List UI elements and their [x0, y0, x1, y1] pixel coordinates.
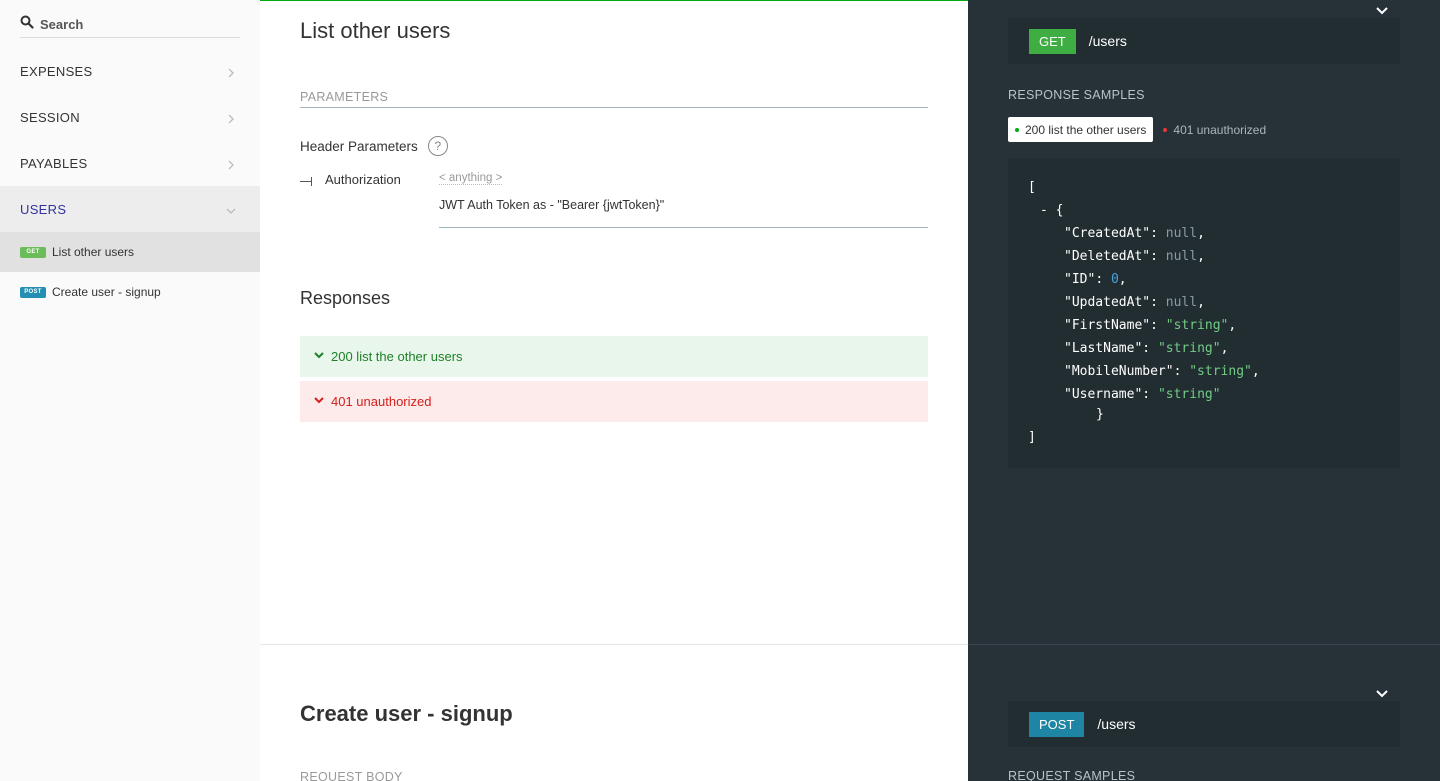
code-key: "LastName" — [1064, 341, 1143, 356]
section-title-create-user: Create user - signup — [300, 701, 513, 726]
code-key: "ID" — [1064, 272, 1096, 287]
code-open-bracket: [ — [1028, 180, 1036, 195]
search-icon — [20, 15, 34, 34]
code-field-line: "DeletedAt": null, — [1064, 249, 1205, 264]
response-samples-heading: RESPONSE SAMPLES — [1008, 88, 1145, 102]
response-label: 401 unauthorized — [331, 394, 432, 409]
sidebar-item-expenses[interactable]: EXPENSES — [0, 48, 260, 94]
code-field-line: "UpdatedAt": null, — [1064, 295, 1205, 310]
tab-401[interactable]: 401 unauthorized — [1156, 117, 1273, 142]
response-200[interactable]: 200 list the other users — [300, 336, 928, 377]
sidebar-item-payables[interactable]: PAYABLES — [0, 140, 260, 186]
code-value: 0 — [1110, 272, 1119, 287]
request-samples-heading: REQUEST SAMPLES — [1008, 769, 1136, 781]
sidebar-item-session[interactable]: SESSION — [0, 94, 260, 140]
code-value: "string" — [1189, 364, 1252, 379]
param-name: Authorization — [325, 172, 401, 187]
code-key: "Username" — [1064, 387, 1143, 402]
endpoint-path: /users — [1088, 33, 1127, 49]
sidebar: EXPENSES SESSION PAYABLES USERS GET List… — [0, 0, 260, 781]
status-dot — [1163, 127, 1168, 132]
response-401[interactable]: 401 unauthorized — [300, 381, 928, 422]
response-sample-tabs: 200 list the other users 401 unauthorize… — [1008, 117, 1273, 142]
code-value: null — [1165, 226, 1198, 241]
code-close-bracket: ] — [1028, 430, 1036, 445]
code-field-line: "FirstName": "string", — [1064, 318, 1237, 333]
code-value: null — [1165, 295, 1198, 310]
get-badge: GET — [20, 246, 46, 258]
http-method-badge: GET — [1029, 28, 1076, 54]
code-key: "MobileNumber" — [1064, 364, 1174, 379]
post-badge: POST — [20, 286, 46, 298]
code-sample: [ - { "CreatedAt": null, "DeletedAt": nul… — [1008, 158, 1400, 468]
code-field-line: "CreatedAt": null, — [1064, 226, 1205, 241]
status-dot — [1015, 127, 1019, 132]
header-parameters-heading: Header Parameters ? — [300, 136, 448, 156]
tab-200[interactable]: 200 list the other users — [1008, 117, 1154, 142]
endpoint-post-users[interactable]: POST /users — [1008, 690, 1400, 747]
sidebar-item-label: PAYABLES — [20, 155, 88, 171]
responses-heading: Responses — [300, 288, 391, 308]
request-body-heading: REQUEST BODY — [300, 770, 403, 781]
search-box[interactable] — [20, 12, 240, 38]
param-row-authorization: Authorization < anything > JWT Auth Toke… — [300, 172, 928, 228]
http-method-badge: POST — [1029, 711, 1085, 737]
sidebar-item-label: SESSION — [20, 109, 80, 125]
code-key: "CreatedAt" — [1064, 226, 1151, 241]
chevron-down-icon — [312, 393, 331, 410]
chevron-right-icon — [226, 66, 236, 78]
parameters-heading: PARAMETERS — [300, 90, 928, 108]
sidebar-item-users[interactable]: USERS — [0, 186, 260, 232]
code-field-line: "Username": "string" — [1064, 387, 1221, 402]
sidebar-item-label: EXPENSES — [20, 63, 93, 79]
right-panel: GET /users RESPONSE SAMPLES 200 list the… — [968, 0, 1440, 781]
header-parameters-label: Header Parameters — [300, 138, 418, 154]
code-close-brace: } — [1096, 407, 1104, 422]
endpoint-path: /users — [1097, 716, 1136, 732]
code-field-line: "ID": 0, — [1064, 272, 1127, 287]
chevron-down-icon — [312, 348, 331, 365]
tree-connector — [300, 177, 312, 186]
page-title: List other users — [300, 18, 451, 43]
code-value: null — [1165, 249, 1198, 264]
section-divider — [968, 644, 1440, 645]
collapse-toggle[interactable]: - { — [1040, 203, 1063, 218]
endpoint-get-users[interactable]: GET /users — [1008, 7, 1400, 64]
main-content: List other users PARAMETERS Header Param… — [260, 0, 968, 781]
param-description: JWT Auth Token as - "Bearer {jwtToken}" — [439, 198, 928, 228]
code-field-line: "LastName": "string", — [1064, 341, 1229, 356]
chevron-right-icon — [226, 112, 236, 124]
sidebar-subitem-label: Create user - signup — [52, 285, 161, 299]
chevron-down-icon — [226, 204, 236, 214]
code-value: "string" — [1157, 341, 1221, 356]
tab-label: 401 unauthorized — [1173, 122, 1267, 137]
chevron-right-icon — [226, 158, 236, 170]
search-input[interactable] — [40, 17, 230, 32]
help-icon[interactable]: ? — [427, 136, 448, 156]
sidebar-subitem-create-user[interactable]: POST Create user - signup — [0, 272, 260, 312]
sidebar-item-label: USERS — [20, 201, 67, 217]
tab-label: 200 list the other users — [1025, 122, 1147, 137]
sidebar-subitem-label: List other users — [52, 245, 135, 259]
param-type: < anything > — [439, 172, 503, 185]
response-label: 200 list the other users — [331, 349, 463, 364]
sidebar-subitem-list-other-users[interactable]: GET List other users — [0, 232, 260, 272]
code-field-line: "MobileNumber": "string", — [1064, 364, 1260, 379]
code-value: "string" — [1157, 387, 1221, 402]
code-key: "DeletedAt" — [1064, 249, 1151, 264]
code-value: "string" — [1165, 318, 1229, 333]
section-divider — [260, 644, 968, 645]
code-key: "UpdatedAt" — [1064, 295, 1151, 310]
code-key: "FirstName" — [1064, 318, 1151, 333]
